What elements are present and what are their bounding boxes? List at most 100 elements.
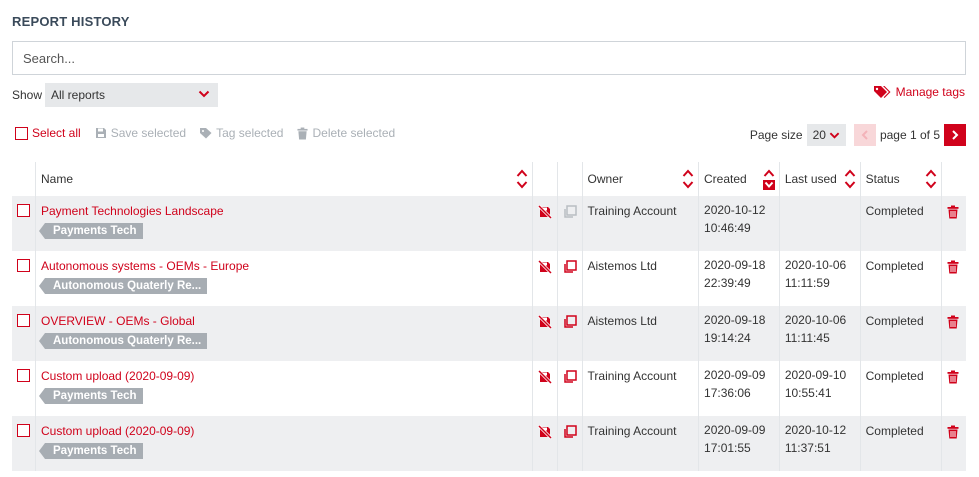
select-all-label: Select all [32,126,81,140]
page-size-select[interactable]: 20 [806,124,846,146]
trash-icon[interactable] [947,205,959,219]
tag-selected-button[interactable]: Tag selected [200,126,283,140]
created-time: 17:01:55 [704,441,751,455]
table-header-row: Name Owner Created Last used Status [12,162,966,196]
report-name-link[interactable]: Payment Technologies Landscape [41,204,527,218]
row-checkbox[interactable] [17,259,30,272]
search-input[interactable] [12,41,966,75]
created-date: 2020-09-09 [704,368,766,382]
report-tag[interactable]: Autonomous Quaterly Re... [38,333,208,349]
report-tag[interactable]: Payments Tech [39,443,143,459]
column-header-name[interactable]: Name [35,162,533,196]
row-checkbox[interactable] [17,369,30,382]
column-created-label: Created [704,172,747,186]
status-cell: Completed [860,361,942,416]
save-icon [95,128,106,138]
manage-tags-link[interactable]: Manage tags [873,85,965,99]
copy-icon[interactable] [563,370,577,384]
report-tag[interactable]: Autonomous Quaterly Re... [38,278,208,294]
table-row: Custom upload (2020-09-09) Payments Tech… [12,361,966,416]
trash-icon[interactable] [947,425,959,439]
status-cell: Completed [860,251,942,306]
trash-icon[interactable] [947,315,959,329]
chevron-down-icon [198,90,210,98]
sort-icon[interactable] [682,168,694,190]
bulk-actions-toolbar: Select all Save selected Tag selected De… [15,126,409,140]
owner-cell: Training Account [582,361,700,416]
table-row: Payment Technologies Landscape Payments … [12,196,966,251]
created-date: 2020-09-18 [704,258,766,272]
pagination: Page size 20 page 1 of 5 [750,124,966,146]
last-used-time: 11:11:45 [784,331,830,345]
sort-icon[interactable] [844,168,856,190]
owner-cell: Aistemos Ltd [582,306,700,361]
sort-descending-icon[interactable] [762,168,775,190]
row-checkbox[interactable] [17,424,30,437]
unsave-icon[interactable] [538,260,552,274]
created-date: 2020-09-18 [704,313,766,327]
column-header-owner[interactable]: Owner [582,162,700,196]
column-status-label: Status [865,172,900,186]
header-select-cell [12,162,36,196]
trash-icon[interactable] [947,260,959,274]
report-tag[interactable]: Payments Tech [39,223,143,239]
report-name-link[interactable]: Custom upload (2020-09-09) [41,424,527,438]
select-all-checkbox[interactable] [15,126,28,140]
table-row: OVERVIEW - OEMs - Global Autonomous Quat… [12,306,966,361]
column-owner-label: Owner [587,172,623,186]
column-header-last-used[interactable]: Last used [779,162,861,196]
chevron-left-icon [861,130,868,140]
save-selected-label: Save selected [110,126,187,140]
last-used-time: 10:55:41 [784,386,832,400]
created-time: 10:46:49 [704,221,751,235]
table-row: Autonomous systems - OEMs - Europe Auton… [12,251,966,306]
last-used-date: 2020-10-06 [784,258,847,272]
previous-page-button[interactable] [853,124,876,146]
owner-cell: Aistemos Ltd [582,251,700,306]
column-name-label: Name [41,172,74,186]
copy-icon[interactable] [563,205,577,219]
report-name-link[interactable]: Custom upload (2020-09-09) [41,369,527,383]
page-title: REPORT HISTORY [12,14,130,29]
unsave-icon[interactable] [538,370,552,384]
column-header-status[interactable]: Status [860,162,942,196]
column-header-created[interactable]: Created [698,162,780,196]
unsave-icon[interactable] [538,425,552,439]
trash-icon [297,127,309,139]
sort-icon[interactable] [925,168,937,190]
copy-icon[interactable] [563,315,577,329]
last-used-time: 11:11:59 [784,276,830,290]
owner-cell: Training Account [582,416,700,471]
show-filter-select[interactable]: All reports [45,83,218,107]
last-used-date: 2020-10-12 [784,423,847,437]
page-indicator: page 1 of 5 [879,128,940,142]
page-size-value: 20 [812,128,826,142]
created-time: 17:36:06 [704,386,751,400]
row-checkbox[interactable] [17,204,30,217]
report-history-table: Name Owner Created Last used Status Paym… [12,162,966,471]
last-used-date: 2020-10-06 [784,313,847,327]
created-time: 22:39:49 [704,276,751,290]
unsave-icon[interactable] [538,205,552,219]
select-all-button[interactable]: Select all [15,126,81,140]
next-page-button[interactable] [944,124,966,146]
unsave-icon[interactable] [538,315,552,329]
row-checkbox[interactable] [17,314,30,327]
delete-selected-label: Delete selected [312,126,396,140]
show-filter-value: All reports [51,88,106,102]
report-tag[interactable]: Payments Tech [39,388,143,404]
column-last-used-label: Last used [784,172,837,186]
report-name-link[interactable]: OVERVIEW - OEMs - Global [41,314,527,328]
copy-icon[interactable] [563,425,577,439]
header-save-cell [532,162,558,196]
copy-icon[interactable] [563,260,577,274]
sort-icon[interactable] [516,168,528,190]
delete-selected-button[interactable]: Delete selected [297,126,395,140]
created-date: 2020-09-09 [704,423,766,437]
header-delete-cell [941,162,966,196]
report-name-link[interactable]: Autonomous systems - OEMs - Europe [41,259,527,273]
tags-icon [873,86,891,98]
save-selected-button[interactable]: Save selected [95,126,186,140]
manage-tags-label: Manage tags [895,85,965,99]
trash-icon[interactable] [947,370,959,384]
